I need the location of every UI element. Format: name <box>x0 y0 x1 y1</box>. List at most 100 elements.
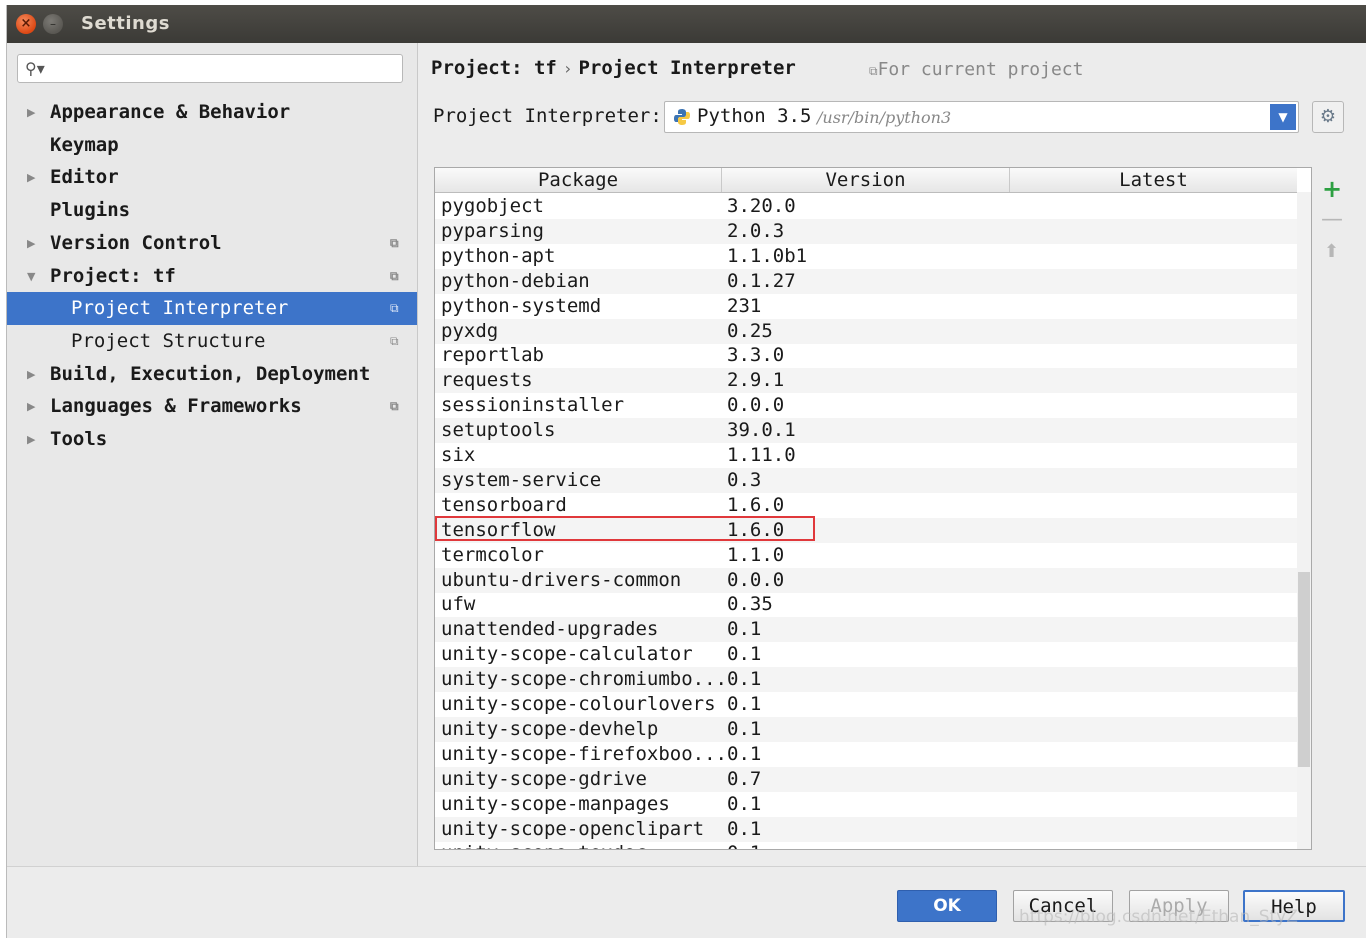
table-row[interactable]: unity-scope-devhelp 0.1 <box>435 716 1297 742</box>
table-row[interactable]: reportlab 3.3.0 <box>435 343 1297 368</box>
sidebar-item[interactable]: ▶ Tools <box>7 423 417 456</box>
sidebar-item[interactable]: ▶ Build, Execution, Deployment <box>7 358 417 391</box>
package-version: 0.7 <box>727 767 762 790</box>
footer-divider <box>7 866 1366 867</box>
table-row[interactable]: termcolor 1.1.0 <box>435 543 1297 568</box>
table-row[interactable]: ufw 0.35 <box>435 592 1297 617</box>
package-name: unattended-upgrades <box>441 618 659 641</box>
package-version: 0.1 <box>727 693 762 715</box>
sidebar-item[interactable]: Project Structure ⧉ <box>7 325 417 358</box>
table-row[interactable]: unity-scope-openclipart 0.1 <box>435 816 1297 842</box>
package-tools: + — ⬆ <box>1313 167 1349 850</box>
table-row[interactable]: python-debian 0.1.27 <box>435 268 1297 294</box>
package-version: 39.0.1 <box>727 419 796 442</box>
breadcrumb: Project: tf › Project Interpreter <box>431 57 796 79</box>
package-name: unity-scope-firefoxboo... <box>441 742 727 765</box>
project-scope-icon: ⧉ <box>390 333 399 348</box>
column-header-version[interactable]: Version <box>722 168 1010 192</box>
package-name: ufw <box>441 593 476 616</box>
package-name: pyxdg <box>441 319 499 342</box>
column-header-package[interactable]: Package <box>435 168 722 192</box>
upgrade-package-icon[interactable]: ⬆ <box>1324 241 1339 262</box>
package-version: 231 <box>727 294 762 317</box>
package-version: 0.25 <box>727 319 773 342</box>
chevron-right-icon[interactable]: ▶ <box>27 227 35 260</box>
table-row[interactable]: unity-scope-colourlovers 0.1 <box>435 692 1297 717</box>
ok-button[interactable]: OK <box>897 890 997 922</box>
package-name: six <box>441 444 476 466</box>
column-header-latest[interactable]: Latest <box>1010 168 1297 192</box>
package-version: 0.1 <box>727 643 762 666</box>
package-version: 0.1 <box>727 792 762 815</box>
package-name: tensorboard <box>441 493 567 516</box>
table-row[interactable]: six 1.11.0 <box>435 443 1297 468</box>
package-version: 2.0.3 <box>727 219 785 242</box>
settings-sidebar: ⚲▾ ▶ Appearance & Behavior Keymap ▶ Editor Pl… <box>7 43 418 866</box>
package-name: pygobject <box>441 195 544 217</box>
scope-label: For current project <box>877 59 1084 80</box>
interpreter-select[interactable]: Python 3.5 /usr/bin/python3 ▼ <box>664 101 1299 133</box>
table-row[interactable]: pyxdg 0.25 <box>435 318 1297 344</box>
package-name: unity-scope-calculator <box>441 643 693 666</box>
sidebar-item[interactable]: ▶ Appearance & Behavior <box>7 96 417 129</box>
gear-icon[interactable]: ⚙ <box>1312 101 1344 133</box>
table-row[interactable]: sessioninstaller 0.0.0 <box>435 393 1297 418</box>
sidebar-item[interactable]: ▶ Editor <box>7 161 417 194</box>
sidebar-item[interactable]: Plugins <box>7 194 417 227</box>
package-name: pyparsing <box>441 219 544 242</box>
highlight-box <box>435 515 815 541</box>
sidebar-item[interactable]: ▶ Version Control ⧉ <box>7 227 417 260</box>
table-row[interactable]: tensorflow 1.6.0 <box>435 515 1297 543</box>
table-row[interactable]: pygobject 3.20.0 <box>435 194 1297 219</box>
settings-window: × – Settings ⚲▾ ▶ Appearance & Behavior Ke… <box>6 5 1366 938</box>
table-row[interactable]: unity-scope-manpages 0.1 <box>435 792 1297 817</box>
project-scope-icon: ⧉ <box>390 399 399 414</box>
package-name: requests <box>441 369 533 392</box>
table-row[interactable]: unattended-upgrades 0.1 <box>435 617 1297 643</box>
table-row[interactable]: unity-scope-gdrive 0.7 <box>435 766 1297 792</box>
table-row[interactable]: unity-scope-chromiumbo... 0.1 <box>435 667 1297 693</box>
project-scope-icon: ⧉ <box>390 268 399 283</box>
table-row[interactable]: unity-scope-firefoxboo... 0.1 <box>435 742 1297 767</box>
chevron-down-icon[interactable]: ▼ <box>1270 104 1296 130</box>
sidebar-item[interactable]: Project Interpreter ⧉ <box>7 292 417 326</box>
table-row[interactable]: tensorboard 1.6.0 <box>435 493 1297 518</box>
chevron-right-icon[interactable]: ▶ <box>27 390 35 423</box>
close-icon[interactable]: × <box>16 14 36 34</box>
package-version: 3.3.0 <box>727 344 785 367</box>
table-row[interactable]: system-service 0.3 <box>435 467 1297 493</box>
add-package-icon[interactable]: + <box>1322 175 1342 203</box>
package-version: 0.1 <box>727 742 762 765</box>
table-row[interactable]: setuptools 39.0.1 <box>435 418 1297 444</box>
remove-package-icon[interactable]: — <box>1321 207 1343 232</box>
minimize-icon[interactable]: – <box>43 14 63 34</box>
package-version: 1.1.0 <box>727 543 785 566</box>
chevron-right-icon[interactable]: ▶ <box>27 358 35 391</box>
table-row[interactable]: requests 2.9.1 <box>435 368 1297 394</box>
scope-indicator: ⧉For current project <box>869 59 1083 80</box>
title-bar: × – Settings <box>7 5 1366 43</box>
sidebar-item[interactable]: Keymap <box>7 129 417 162</box>
sidebar-item[interactable]: ▼ Project: tf ⧉ <box>7 260 417 293</box>
sidebar-item-label: Project Structure <box>71 329 266 352</box>
table-row[interactable]: pyparsing 2.0.3 <box>435 218 1297 244</box>
search-box[interactable]: ⚲▾ <box>17 54 403 83</box>
table-scrollbar[interactable] <box>1297 192 1311 849</box>
chevron-right-icon[interactable]: ▶ <box>27 423 35 456</box>
package-version: 2.9.1 <box>727 369 785 392</box>
chevron-right-icon[interactable]: ▶ <box>27 96 35 129</box>
scrollbar-thumb[interactable] <box>1298 572 1310 767</box>
package-version: 0.1 <box>727 618 762 641</box>
table-row[interactable]: python-systemd 231 <box>435 294 1297 319</box>
table-row[interactable]: ubuntu-drivers-common 0.0.0 <box>435 567 1297 593</box>
package-version: 0.0.0 <box>727 394 785 417</box>
search-input[interactable] <box>52 57 396 81</box>
table-row[interactable]: unity-scope-texdoc 0.1 <box>435 841 1297 849</box>
table-row[interactable]: python-apt 1.1.0b1 <box>435 244 1297 269</box>
search-icon[interactable]: ⚲▾ <box>25 59 45 78</box>
sidebar-item[interactable]: ▶ Languages & Frameworks ⧉ <box>7 390 417 423</box>
table-row[interactable]: unity-scope-calculator 0.1 <box>435 642 1297 667</box>
chevron-down-icon[interactable]: ▼ <box>27 260 35 293</box>
project-scope-icon: ⧉ <box>390 301 399 316</box>
chevron-right-icon[interactable]: ▶ <box>27 161 35 194</box>
